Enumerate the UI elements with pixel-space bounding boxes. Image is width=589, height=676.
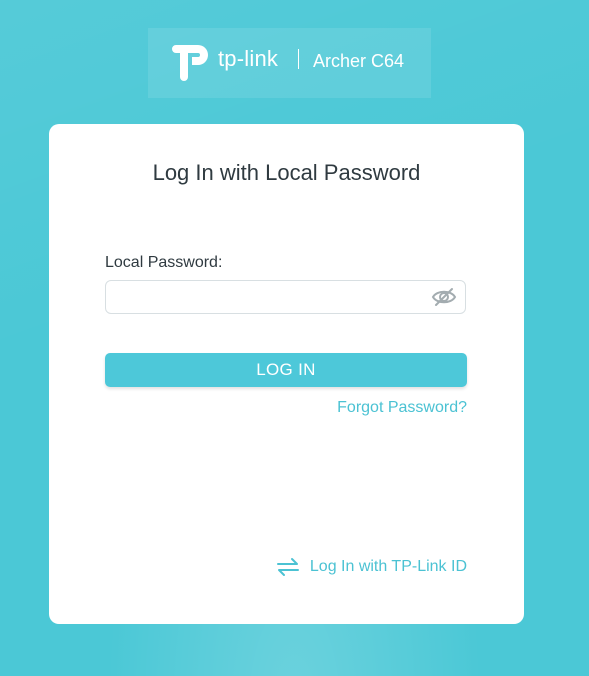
login-card: Log In with Local Password Local Passwor… <box>49 124 524 624</box>
tplink-id-label: Log In with TP-Link ID <box>309 558 467 575</box>
switch-arrows-icon <box>276 558 299 576</box>
page-title: Log In with Local Password <box>152 160 421 185</box>
eye-off-icon[interactable] <box>431 287 457 307</box>
password-input[interactable] <box>114 281 424 313</box>
brand-separator <box>298 49 299 69</box>
login-button[interactable]: LOG IN <box>105 353 467 387</box>
password-label: Local Password: <box>105 254 223 271</box>
tp-link-logo <box>172 45 208 81</box>
forgot-password-link[interactable]: Forgot Password? <box>337 399 467 417</box>
model-name: Archer C64 <box>313 51 405 71</box>
password-field <box>105 280 466 314</box>
tplink-id-login-link[interactable]: Log In with TP-Link ID <box>276 557 467 577</box>
brand-name: tp-link <box>218 46 279 71</box>
brand-header: tp-link Archer C64 <box>148 28 431 98</box>
